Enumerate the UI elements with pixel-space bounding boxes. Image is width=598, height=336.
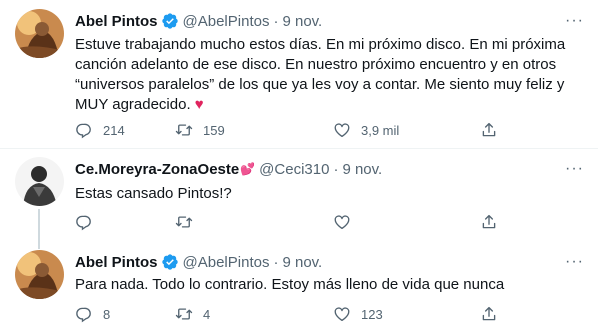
share-button[interactable] xyxy=(480,121,498,139)
avatar-abel-pintos[interactable] xyxy=(15,9,64,58)
retweet-icon xyxy=(175,216,193,228)
author-name[interactable]: Ce.Moreyra-ZonaOeste xyxy=(75,161,239,178)
tweet-text-line: “universos paralelos” de los que ya les … xyxy=(75,76,565,93)
reply-count: 214 xyxy=(103,122,125,138)
tweet-text-segment: MUY agradecido. xyxy=(75,96,195,113)
like-count: 3,9 mil xyxy=(361,122,400,138)
like-button[interactable]: 3,9 mil xyxy=(333,121,399,139)
author-name[interactable]: Abel Pintos xyxy=(75,13,158,30)
tweet-actions: 8 4 123 xyxy=(75,305,585,325)
verified-badge-icon xyxy=(161,253,179,271)
tweet-text-line: MUY agradecido. ♥ xyxy=(75,95,585,115)
tweet-3[interactable]: Abel Pintos @AbelPintos · 9 nov. ··· Par… xyxy=(0,241,598,336)
tweet-text-line: canción adelanto de ese disco. En nuestr… xyxy=(75,56,557,73)
thread-line xyxy=(38,241,40,249)
separator-dot: · xyxy=(333,160,339,178)
more-icon[interactable]: ··· xyxy=(565,254,584,270)
retweet-count: 159 xyxy=(203,122,225,138)
reply-icon xyxy=(76,123,91,139)
retweet-button[interactable]: 4 xyxy=(175,305,210,323)
tweet-2[interactable]: Ce.Moreyra-ZonaOeste 💕 @Ceci310 · 9 nov.… xyxy=(0,149,598,241)
tweet-actions xyxy=(75,213,585,233)
reply-button[interactable]: 8 xyxy=(75,305,110,323)
author-name[interactable]: Abel Pintos xyxy=(75,254,158,271)
separator-dot: · xyxy=(273,253,279,271)
share-button[interactable] xyxy=(480,213,498,231)
reply-button[interactable]: 214 xyxy=(75,121,125,139)
verified-badge-icon xyxy=(161,12,179,30)
tweet-text: Estas cansado Pintos!? xyxy=(75,185,232,202)
like-button[interactable]: 123 xyxy=(333,305,383,323)
like-button[interactable] xyxy=(333,213,361,231)
author-handle[interactable]: @AbelPintos xyxy=(183,13,270,30)
tweet-header: Abel Pintos @AbelPintos · 9 nov. xyxy=(75,11,322,31)
retweet-button[interactable] xyxy=(175,213,203,231)
two-hearts-emoji-icon: 💕 xyxy=(240,162,256,176)
tweet-header: Abel Pintos @AbelPintos · 9 nov. xyxy=(75,252,322,272)
share-icon xyxy=(482,306,496,321)
avatar-abel-pintos[interactable] xyxy=(15,250,64,299)
avatar-ce-moreyra[interactable] xyxy=(15,157,64,206)
reply-icon xyxy=(76,307,91,323)
reply-count: 8 xyxy=(103,306,111,322)
thread-line xyxy=(38,209,40,241)
tweet-text-line: Estuve trabajando mucho estos días. En m… xyxy=(75,36,566,53)
tweet-timestamp[interactable]: 9 nov. xyxy=(342,161,382,178)
more-icon[interactable]: ··· xyxy=(565,13,584,29)
retweet-button[interactable]: 159 xyxy=(175,121,225,139)
tweet-text: Para nada. Todo lo contrario. Estoy más … xyxy=(75,276,505,293)
retweet-icon xyxy=(175,124,193,136)
separator-dot: · xyxy=(273,12,279,30)
tweet-timestamp[interactable]: 9 nov. xyxy=(282,13,322,30)
retweet-icon xyxy=(175,308,193,320)
retweet-count: 4 xyxy=(203,306,211,322)
tweet-actions: 214 159 3,9 mil xyxy=(75,121,585,141)
like-icon xyxy=(334,215,350,230)
tweet-timestamp[interactable]: 9 nov. xyxy=(282,254,322,271)
tweet-text: Estuve trabajando mucho estos días. En m… xyxy=(75,35,585,115)
author-handle[interactable]: @AbelPintos xyxy=(183,254,270,271)
more-icon[interactable]: ··· xyxy=(565,161,584,177)
reply-icon xyxy=(76,215,91,231)
reply-button[interactable] xyxy=(75,213,103,231)
share-icon xyxy=(482,122,496,137)
like-icon xyxy=(334,123,350,138)
like-icon xyxy=(334,307,350,322)
tweet-header: Ce.Moreyra-ZonaOeste 💕 @Ceci310 · 9 nov. xyxy=(75,159,382,179)
tweet-1[interactable]: Abel Pintos @AbelPintos · 9 nov. ··· Est… xyxy=(0,0,598,148)
share-icon xyxy=(482,214,496,229)
share-button[interactable] xyxy=(480,305,498,323)
like-count: 123 xyxy=(361,306,383,322)
author-handle[interactable]: @Ceci310 xyxy=(259,161,329,178)
red-heart-emoji-icon: ♥ xyxy=(194,96,204,113)
